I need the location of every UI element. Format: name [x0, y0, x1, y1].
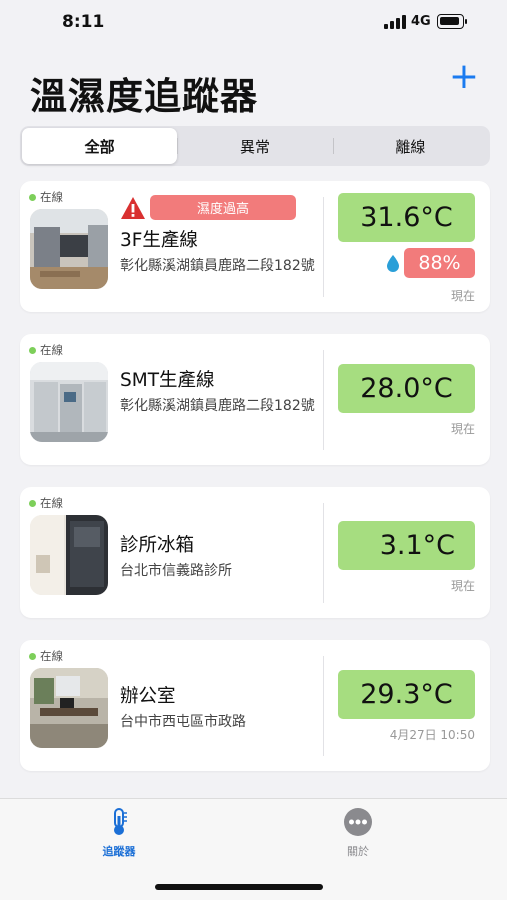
online-status: 在線 [29, 189, 63, 205]
tab-tracker-label: 追蹤器 [102, 845, 136, 858]
tab-about[interactable]: 關於 [313, 807, 403, 859]
online-label: 在線 [40, 343, 63, 357]
online-label: 在線 [40, 496, 63, 510]
device-info: 3F生產線 彰化縣溪湖鎮員鹿路二段182號 [120, 226, 315, 277]
water-drop-icon [387, 255, 399, 272]
online-label: 在線 [40, 649, 63, 663]
device-address: 彰化縣溪湖鎮員鹿路二段182號 [120, 258, 315, 274]
online-status: 在線 [29, 648, 63, 664]
page-title: 溫濕度追蹤器 [30, 75, 258, 118]
updated-time: 現在 [450, 422, 475, 436]
humidity-badge: 88% [404, 248, 475, 278]
device-card[interactable]: 在線 濕度過高 3F生產線 彰化縣溪湖鎮員鹿路二段182號 31.6°C 88%… [20, 181, 490, 312]
alert-row: 濕度過高 [120, 195, 296, 220]
temperature-badge: 28.0°C [338, 364, 475, 413]
online-dot-icon [29, 499, 36, 507]
thermometer-icon [114, 808, 127, 835]
divider [323, 656, 324, 756]
updated-time: 現在 [450, 579, 475, 593]
status-bar: 8:11 4G [0, 0, 507, 48]
signal-icon [384, 15, 406, 29]
filter-segmented-control: 全部 異常 離線 [20, 126, 490, 166]
temperature-badge: 29.3°C [338, 670, 475, 719]
device-photo [30, 209, 108, 289]
device-address: 台北市信義路診所 [120, 563, 232, 579]
online-dot-icon [29, 346, 36, 354]
battery-icon [437, 14, 467, 29]
divider [323, 350, 324, 450]
online-dot-icon [29, 193, 36, 201]
home-indicator [155, 884, 323, 890]
device-name: 3F生產線 [120, 230, 198, 251]
device-card[interactable]: 在線 診所冰箱 台北市信義路診所 3.1°C 現在 [20, 487, 490, 618]
warning-icon [121, 196, 145, 219]
tab-offline[interactable]: 離線 [332, 128, 488, 164]
divider [323, 197, 324, 297]
device-photo [30, 362, 108, 442]
temperature-badge: 31.6°C [338, 193, 475, 242]
device-card[interactable]: 在線 SMT生產線 彰化縣溪湖鎮員鹿路二段182號 28.0°C 現在 [20, 334, 490, 465]
device-photo [30, 668, 108, 748]
alert-badge: 濕度過高 [150, 195, 296, 220]
humidity-row: 88% [386, 248, 475, 278]
device-photo [30, 515, 108, 595]
status-time: 8:11 [62, 12, 105, 32]
temperature-badge: 3.1°C [338, 521, 475, 570]
more-icon [344, 808, 372, 836]
network-type: 4G [411, 14, 431, 29]
online-dot-icon [29, 652, 36, 660]
tab-about-label: 關於 [347, 845, 369, 858]
device-card[interactable]: 在線 辦公室 台中市西屯區市政路 29.3°C 4月27日 10:50 [20, 640, 490, 771]
device-name: SMT生產線 [120, 370, 215, 391]
divider [323, 503, 324, 603]
device-name: 辦公室 [120, 686, 176, 707]
device-address: 台中市西屯區市政路 [120, 714, 246, 730]
device-info: 診所冰箱 台北市信義路診所 [120, 531, 315, 582]
online-status: 在線 [29, 342, 63, 358]
tab-all[interactable]: 全部 [22, 128, 178, 164]
device-info: 辦公室 台中市西屯區市政路 [120, 682, 315, 733]
online-status: 在線 [29, 495, 63, 511]
device-name: 診所冰箱 [120, 535, 195, 556]
device-address: 彰化縣溪湖鎮員鹿路二段182號 [120, 398, 315, 414]
updated-time: 4月27日 10:50 [389, 728, 475, 742]
updated-time: 現在 [450, 289, 475, 303]
tab-tracker[interactable]: 追蹤器 [74, 807, 164, 859]
tab-abnormal[interactable]: 異常 [177, 128, 332, 164]
online-label: 在線 [40, 190, 63, 204]
add-button[interactable]: + [447, 59, 481, 95]
device-info: SMT生產線 彰化縣溪湖鎮員鹿路二段182號 [120, 366, 315, 417]
